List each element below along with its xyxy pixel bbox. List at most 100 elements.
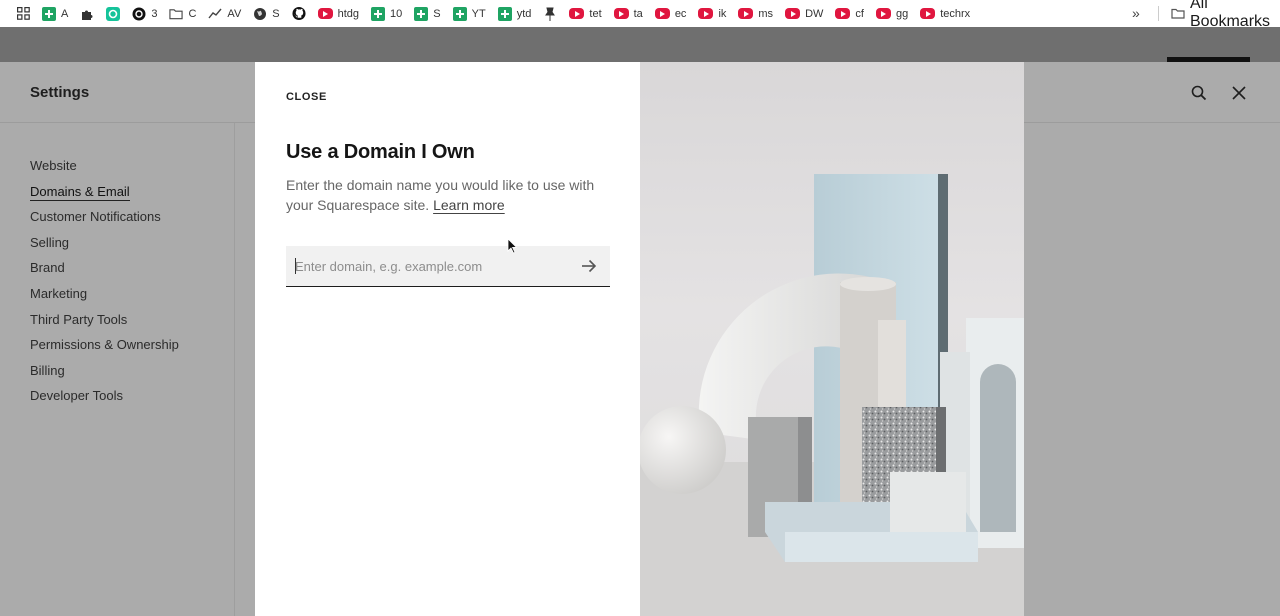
threads-icon	[132, 7, 146, 21]
nav-item[interactable]: Billing	[30, 362, 179, 388]
bookmark-item[interactable]: ytd	[492, 4, 538, 24]
bookmarks-bar: A 3 C AV Shtdg 10 S YT ytd tet ta ec ik ms DW cf gg techr…	[0, 0, 1280, 27]
youtube-icon	[875, 8, 891, 19]
nav-item[interactable]: Third Party Tools	[30, 311, 179, 337]
domain-modal: CLOSE Use a Domain I Own Enter the domai…	[255, 62, 640, 616]
grammarly-icon	[106, 6, 121, 21]
youtube-icon	[738, 8, 754, 19]
nav-item[interactable]: Brand	[30, 259, 179, 285]
bookmark-item[interactable]	[537, 4, 563, 24]
chart-line-icon	[208, 7, 222, 21]
nav-item[interactable]: Domains & Email	[30, 183, 179, 209]
nav-item[interactable]: Developer Tools	[30, 387, 179, 413]
bookmark-label: ec	[674, 7, 687, 20]
bookmark-label: 3	[151, 7, 158, 20]
text-caret	[295, 258, 296, 274]
bookmark-label: C	[188, 7, 197, 20]
page-title: Settings	[30, 84, 90, 101]
modal-title: Use a Domain I Own	[286, 141, 475, 163]
bookmark-item[interactable]: ms	[732, 4, 779, 24]
youtube-icon	[317, 8, 333, 19]
globe-icon	[253, 7, 267, 21]
youtube-icon	[613, 8, 629, 19]
nav-item[interactable]: Website	[30, 157, 179, 183]
bookmark-item[interactable]: gg	[870, 4, 914, 24]
nav-item[interactable]: Marketing	[30, 285, 179, 311]
nav-divider	[234, 123, 235, 616]
sheets-icon	[414, 6, 429, 21]
all-bookmarks-button[interactable]: All Bookmarks	[1165, 0, 1280, 30]
youtube-icon	[654, 8, 670, 19]
modal-description: Enter the domain name you would like to …	[286, 175, 616, 215]
domain-input[interactable]	[286, 246, 566, 286]
youtube-icon	[569, 8, 585, 19]
domain-field[interactable]	[286, 246, 610, 287]
youtube-icon	[698, 8, 714, 19]
bookmark-label: AV	[227, 7, 242, 20]
search-icon[interactable]	[1189, 83, 1209, 103]
bookmark-item[interactable]: techrx	[914, 4, 976, 24]
bookmarks-overflow-label: »	[1132, 5, 1140, 21]
bookmark-item[interactable]: ik	[692, 4, 732, 24]
nav-item-label: Billing	[30, 362, 65, 378]
bookmark-label: YT	[471, 7, 486, 20]
bookmark-label: A	[61, 7, 69, 20]
learn-more-link[interactable]: Learn more	[433, 197, 505, 213]
bookmark-item[interactable]: A	[36, 4, 74, 24]
bookmark-item[interactable]: YT	[447, 4, 492, 24]
sheets-icon	[42, 6, 56, 21]
nav-item[interactable]: Permissions & Ownership	[30, 336, 179, 362]
bookmark-label: htdg	[337, 7, 360, 20]
youtube-icon	[920, 8, 936, 19]
bookmarks-overflow-button[interactable]: »	[1126, 3, 1146, 23]
nav-item-label: Permissions & Ownership	[30, 337, 179, 353]
bookmark-item[interactable]	[16, 4, 36, 24]
bookmark-item[interactable]: S	[408, 4, 446, 24]
bookmark-item[interactable]: AV	[202, 4, 247, 24]
arrow-right-icon[interactable]	[580, 257, 598, 275]
close-icon[interactable]	[1229, 83, 1249, 103]
bookmark-item[interactable]: ec	[649, 4, 693, 24]
github-icon	[292, 6, 306, 21]
bookmark-label: 10	[390, 7, 403, 20]
nav-item-label: Selling	[30, 234, 70, 250]
bookmark-item[interactable]: 10	[365, 4, 408, 24]
nav-item[interactable]: Selling	[30, 234, 179, 260]
bookmark-item[interactable]: tet	[563, 4, 607, 24]
mouse-cursor	[507, 238, 518, 259]
bookmarks-separator	[1158, 6, 1159, 21]
nav-item-label: Brand	[30, 260, 65, 276]
bookmark-label: ms	[758, 7, 774, 20]
bookmark-label: DW	[805, 7, 824, 20]
bookmark-label: ta	[633, 7, 643, 20]
nav-item-label: Website	[30, 158, 77, 173]
bookmark-label: techrx	[940, 7, 971, 20]
app-topbar	[0, 27, 1280, 62]
bookmark-item[interactable]: DW	[779, 4, 829, 24]
sheets-icon	[452, 6, 467, 21]
bookmark-item[interactable]: cf	[829, 4, 870, 24]
bookmark-item[interactable]	[100, 4, 126, 24]
bookmark-item[interactable]: ta	[608, 4, 649, 24]
folder-icon	[1171, 6, 1185, 20]
bookmark-item[interactable]: htdg	[312, 4, 365, 24]
bookmark-item[interactable]: S	[247, 4, 285, 24]
nav-item[interactable]: Customer Notifications	[30, 208, 179, 234]
bookmark-item[interactable]: 3	[126, 4, 163, 24]
close-button[interactable]: CLOSE	[286, 91, 327, 103]
nav-item-label: Customer Notifications	[30, 209, 161, 225]
youtube-icon	[785, 8, 801, 19]
pin-icon	[543, 7, 557, 21]
bookmark-label: ytd	[516, 7, 532, 20]
bookmark-label: tet	[589, 7, 602, 20]
bookmark-item[interactable]: C	[163, 4, 202, 24]
nav-item-label: Domains & Email	[30, 183, 130, 201]
folder-icon	[169, 7, 184, 21]
nav-item-label: Third Party Tools	[30, 311, 128, 327]
bookmark-label: gg	[895, 7, 909, 20]
bookmark-item[interactable]	[74, 4, 100, 24]
decorative-sculpture-image	[640, 62, 1024, 616]
nav-item-label: Developer Tools	[30, 388, 123, 404]
settings-nav: Website Domains & Email Customer Notificat…	[30, 157, 179, 413]
bookmark-item[interactable]	[286, 4, 312, 24]
